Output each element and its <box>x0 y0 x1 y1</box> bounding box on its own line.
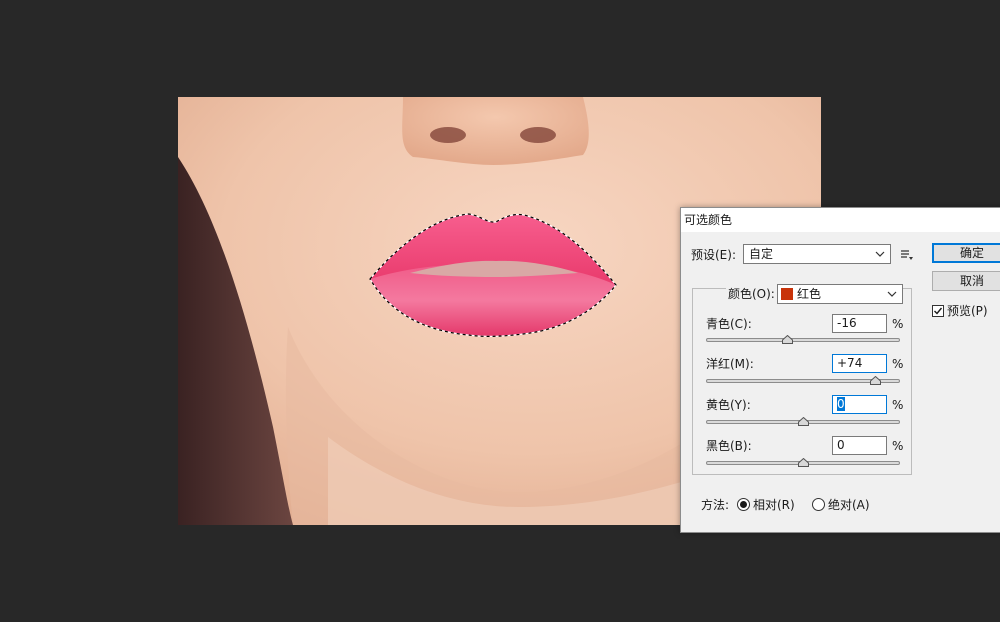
cyan-slider-track[interactable] <box>706 338 900 342</box>
yellow-slider-thumb[interactable] <box>798 417 809 426</box>
black-label: 黑色(B): <box>706 439 752 453</box>
chevron-down-icon <box>887 291 897 297</box>
preset-label: 预设(E): <box>691 248 736 262</box>
cyan-input[interactable]: -16 <box>832 314 887 333</box>
selective-color-dialog: 可选颜色 预设(E): 自定 确定 取消 预览(P) 颜色(O): 红色 青色(… <box>680 207 1000 533</box>
color-value: 红色 <box>797 287 822 301</box>
nose <box>402 97 589 165</box>
cyan-unit: % <box>892 317 904 331</box>
preset-value: 自定 <box>749 247 774 261</box>
preview-checkbox[interactable] <box>932 305 944 317</box>
relative-radio[interactable] <box>737 498 750 511</box>
yellow-input[interactable]: 0 <box>832 395 887 414</box>
cancel-button[interactable]: 取消 <box>932 271 1000 291</box>
magenta-slider-thumb[interactable] <box>869 376 881 385</box>
yellow-unit: % <box>892 398 904 412</box>
cyan-label: 青色(C): <box>706 317 752 331</box>
yellow-label: 黄色(Y): <box>706 398 751 412</box>
magenta-input[interactable]: +74 <box>832 354 887 373</box>
check-icon <box>934 307 943 315</box>
black-slider-thumb[interactable] <box>798 458 809 467</box>
magenta-unit: % <box>892 357 904 371</box>
red-swatch <box>781 288 793 300</box>
relative-label: 相对(R) <box>753 498 795 512</box>
dialog-title[interactable]: 可选颜色 <box>681 208 1000 232</box>
preview-label: 预览(P) <box>947 304 988 318</box>
black-input[interactable]: 0 <box>832 436 887 455</box>
method-label: 方法: <box>701 498 730 512</box>
ok-button[interactable]: 确定 <box>932 243 1000 263</box>
cyan-slider-thumb[interactable] <box>782 335 794 344</box>
absolute-label: 绝对(A) <box>828 498 870 512</box>
preset-select[interactable]: 自定 <box>743 244 891 264</box>
magenta-label: 洋红(M): <box>706 357 754 371</box>
black-unit: % <box>892 439 904 453</box>
radio-selected-dot <box>740 501 747 508</box>
preset-options-icon[interactable] <box>900 248 914 262</box>
color-label: 颜色(O): <box>726 286 777 302</box>
yellow-input-value: 0 <box>837 397 845 411</box>
color-select[interactable]: 红色 <box>777 284 903 304</box>
chevron-down-icon <box>875 251 885 257</box>
absolute-radio[interactable] <box>812 498 825 511</box>
